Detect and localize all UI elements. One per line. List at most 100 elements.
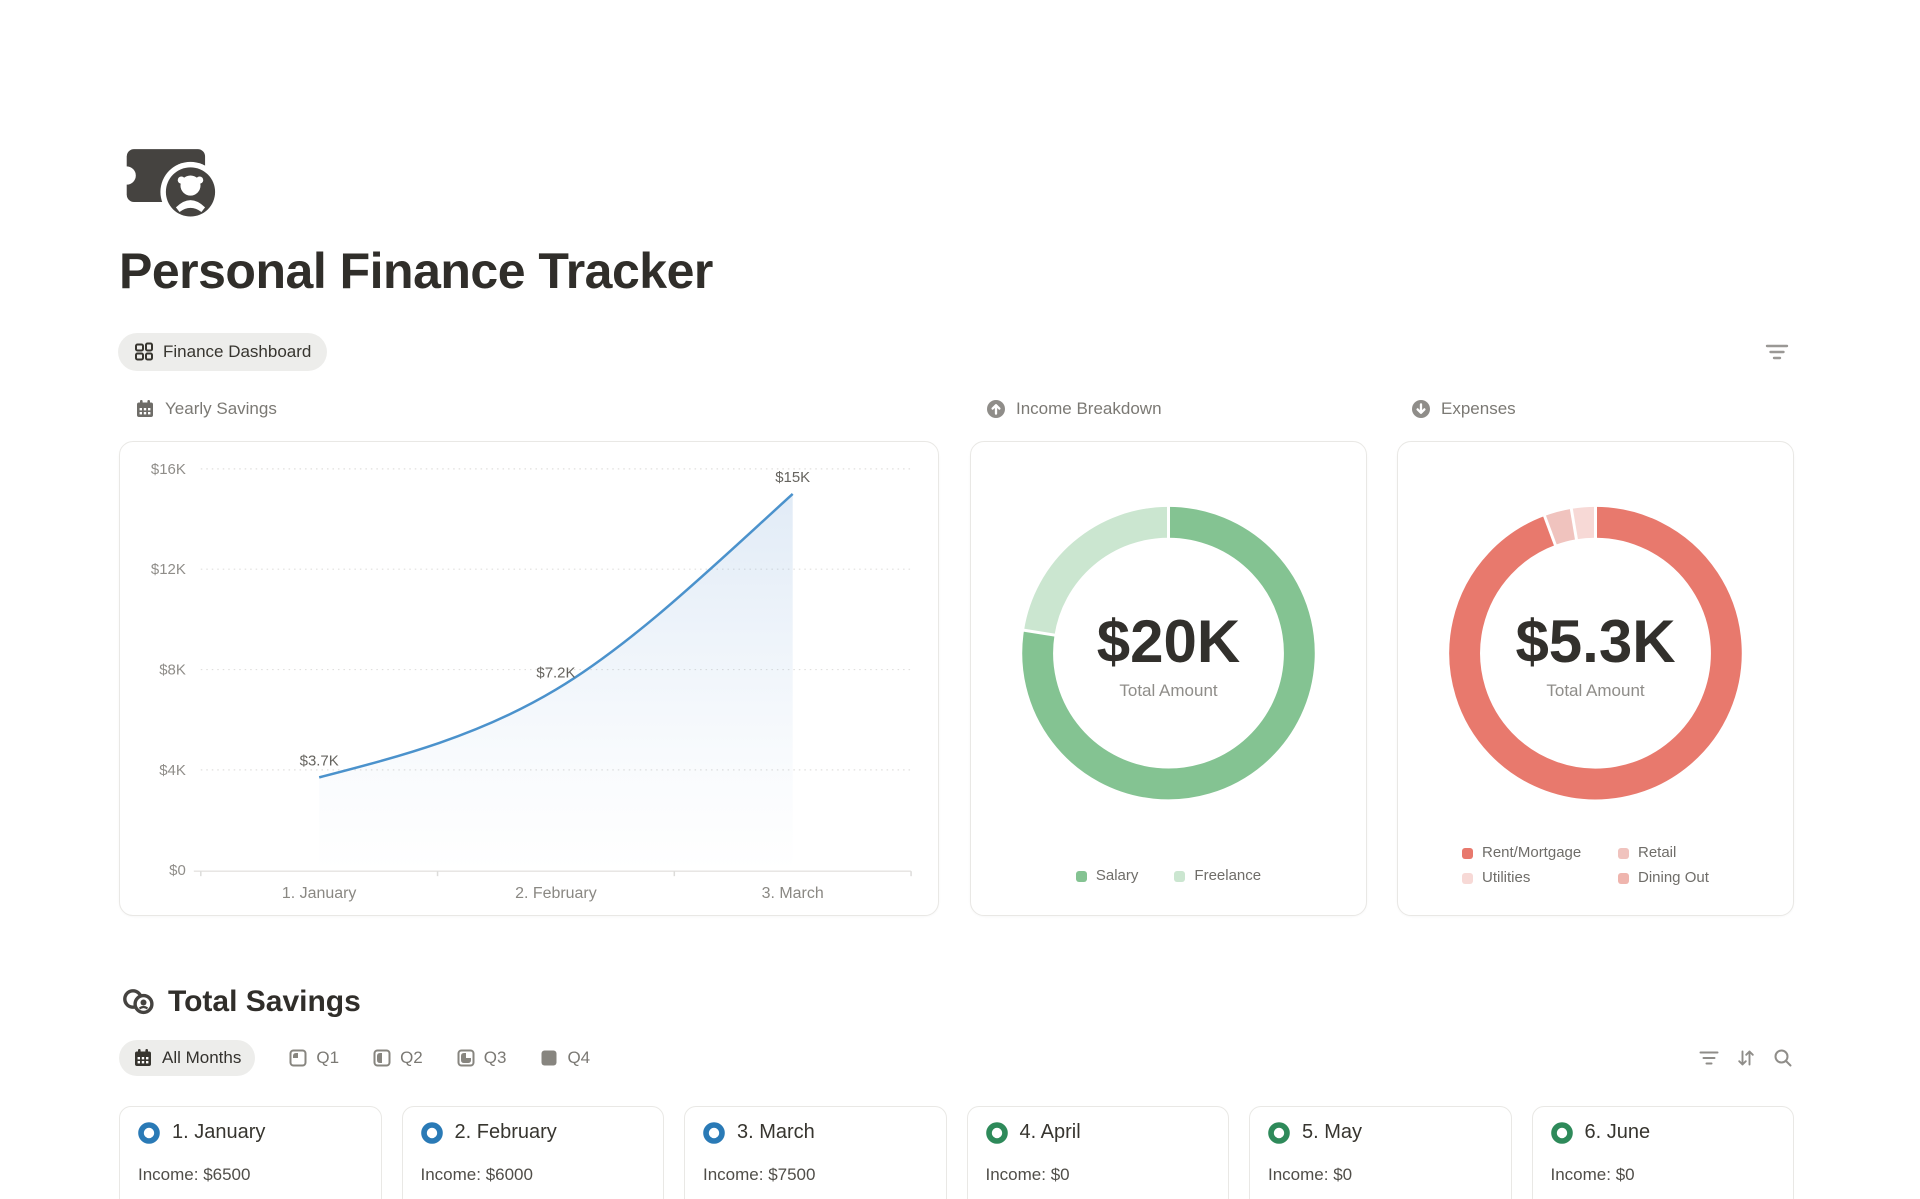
month-income-text: Income: $0 xyxy=(1551,1165,1776,1185)
income-donut-chart xyxy=(971,442,1366,915)
month-card-header: 6. June xyxy=(1551,1121,1776,1144)
legend-label: Dining Out xyxy=(1638,869,1709,887)
circle-arrow-down-icon xyxy=(1411,399,1431,419)
month-income-text: Income: $6000 xyxy=(421,1165,646,1185)
legend-swatch xyxy=(1618,873,1629,884)
month-card[interactable]: 2. February Income: $6000 xyxy=(402,1106,665,1199)
svg-text:3. March: 3. March xyxy=(762,885,824,902)
month-card-title: 3. March xyxy=(737,1121,815,1144)
sort-icon[interactable] xyxy=(1735,1047,1757,1069)
svg-text:$15K: $15K xyxy=(775,469,810,486)
tab-label: Q1 xyxy=(316,1048,339,1068)
toolbar-icons xyxy=(1698,1047,1794,1069)
legend-swatch xyxy=(1462,873,1473,884)
month-card-title: 2. February xyxy=(455,1121,557,1144)
page-title[interactable]: Personal Finance Tracker xyxy=(119,246,713,296)
tab-q4[interactable]: Q4 xyxy=(540,1048,590,1068)
svg-text:$16K: $16K xyxy=(151,461,186,478)
month-income-text: Income: $0 xyxy=(1268,1165,1493,1185)
money-portrait-icon[interactable] xyxy=(122,140,228,222)
quarter-1-icon xyxy=(289,1049,307,1067)
svg-text:2. February: 2. February xyxy=(515,885,597,902)
legend-item: Utilities xyxy=(1462,869,1618,887)
legend-item: Rent/Mortgage xyxy=(1462,844,1618,862)
tab-finance-dashboard[interactable]: Finance Dashboard xyxy=(118,333,327,371)
legend-label: Salary xyxy=(1096,867,1139,885)
month-card[interactable]: 6. June Income: $0 xyxy=(1532,1106,1795,1199)
total-savings-title[interactable]: Total Savings xyxy=(168,985,361,1019)
tab-label: Q2 xyxy=(400,1048,423,1068)
expenses-legend: Rent/Mortgage Retail Utilities Dining Out xyxy=(1462,844,1709,887)
svg-text:$0: $0 xyxy=(169,862,186,879)
tab-label: Q3 xyxy=(484,1048,507,1068)
section-header-expenses: Expenses xyxy=(1411,399,1516,419)
month-card[interactable]: 4. April Income: $0 xyxy=(967,1106,1230,1199)
legend-label: Freelance xyxy=(1194,867,1261,885)
month-card-title: 6. June xyxy=(1585,1121,1651,1144)
income-breakdown-chart-card: $20K Total Amount SalaryFreelance xyxy=(970,441,1367,916)
svg-text:1. January: 1. January xyxy=(282,885,357,902)
month-card[interactable]: 1. January Income: $6500 xyxy=(119,1106,382,1199)
coins-icon xyxy=(122,988,156,1016)
section-title: Income Breakdown xyxy=(1016,399,1162,419)
tab-q2[interactable]: Q2 xyxy=(373,1048,423,1068)
legend-label: Rent/Mortgage xyxy=(1482,844,1581,862)
month-status-ring-icon xyxy=(986,1122,1008,1144)
svg-text:$8K: $8K xyxy=(159,662,186,679)
filter-icon[interactable] xyxy=(1763,340,1791,364)
month-card-header: 3. March xyxy=(703,1121,928,1144)
section-title: Yearly Savings xyxy=(165,399,277,419)
yearly-savings-chart-card: $0 $4K $8K $12K $16K $3.7K $7.2K $15K 1. January… xyxy=(119,441,939,916)
tab-label: Q4 xyxy=(567,1048,590,1068)
month-card-header: 2. February xyxy=(421,1121,646,1144)
tab-q1[interactable]: Q1 xyxy=(289,1048,339,1068)
section-header-yearly-savings: Yearly Savings xyxy=(135,399,277,419)
month-card[interactable]: 3. March Income: $7500 xyxy=(684,1106,947,1199)
dashboard-grid-icon xyxy=(134,342,154,362)
total-savings-toolbar: All Months Q1 Q2 Q3 Q4 xyxy=(119,1040,1794,1076)
quarter-4-icon xyxy=(540,1049,558,1067)
svg-text:$12K: $12K xyxy=(151,561,186,578)
month-status-ring-icon xyxy=(138,1122,160,1144)
month-card-title: 1. January xyxy=(172,1121,265,1144)
legend-item: Salary xyxy=(1076,867,1139,885)
svg-text:$3.7K: $3.7K xyxy=(300,752,339,769)
search-icon[interactable] xyxy=(1772,1047,1794,1069)
circle-arrow-up-icon xyxy=(986,399,1006,419)
section-header-income-breakdown: Income Breakdown xyxy=(986,399,1162,419)
svg-text:$4K: $4K xyxy=(159,762,186,779)
month-income-text: Income: $0 xyxy=(986,1165,1211,1185)
month-status-ring-icon xyxy=(1268,1122,1290,1144)
finance-tracker-page: Personal Finance Tracker Finance Dashboa… xyxy=(0,0,1920,1199)
month-card-header: 4. April xyxy=(986,1121,1211,1144)
month-card-header: 1. January xyxy=(138,1121,363,1144)
tab-all-months[interactable]: All Months xyxy=(119,1040,255,1076)
tab-q3[interactable]: Q3 xyxy=(457,1048,507,1068)
month-card-header: 5. May xyxy=(1268,1121,1493,1144)
legend-item: Freelance xyxy=(1174,867,1261,885)
legend-swatch xyxy=(1618,848,1629,859)
calendar-icon xyxy=(133,1048,153,1068)
income-legend: Salary Freelance xyxy=(971,867,1366,885)
month-income-text: Income: $7500 xyxy=(703,1165,928,1185)
total-savings-header: Total Savings xyxy=(122,985,361,1019)
legend-label: Retail xyxy=(1638,844,1676,862)
section-title: Expenses xyxy=(1441,399,1516,419)
quarter-2-icon xyxy=(373,1049,391,1067)
month-status-ring-icon xyxy=(703,1122,725,1144)
view-pill-label: Finance Dashboard xyxy=(163,342,311,362)
quarter-3-icon xyxy=(457,1049,475,1067)
legend-swatch xyxy=(1174,871,1185,882)
legend-item: Dining Out xyxy=(1618,869,1709,887)
month-status-ring-icon xyxy=(421,1122,443,1144)
yearly-savings-area-chart: $0 $4K $8K $12K $16K $3.7K $7.2K $15K 1. January… xyxy=(120,442,938,915)
filter-icon[interactable] xyxy=(1698,1047,1720,1069)
expenses-chart-card: $5.3K Total Amount Rent/MortgageRetailUt… xyxy=(1397,441,1794,916)
calendar-icon xyxy=(135,399,155,419)
month-card[interactable]: 5. May Income: $0 xyxy=(1249,1106,1512,1199)
months-gallery: 1. January Income: $6500 2. February Inc… xyxy=(119,1106,1794,1199)
legend-swatch xyxy=(1076,871,1087,882)
month-income-text: Income: $6500 xyxy=(138,1165,363,1185)
svg-text:$7.2K: $7.2K xyxy=(536,665,575,682)
month-status-ring-icon xyxy=(1551,1122,1573,1144)
